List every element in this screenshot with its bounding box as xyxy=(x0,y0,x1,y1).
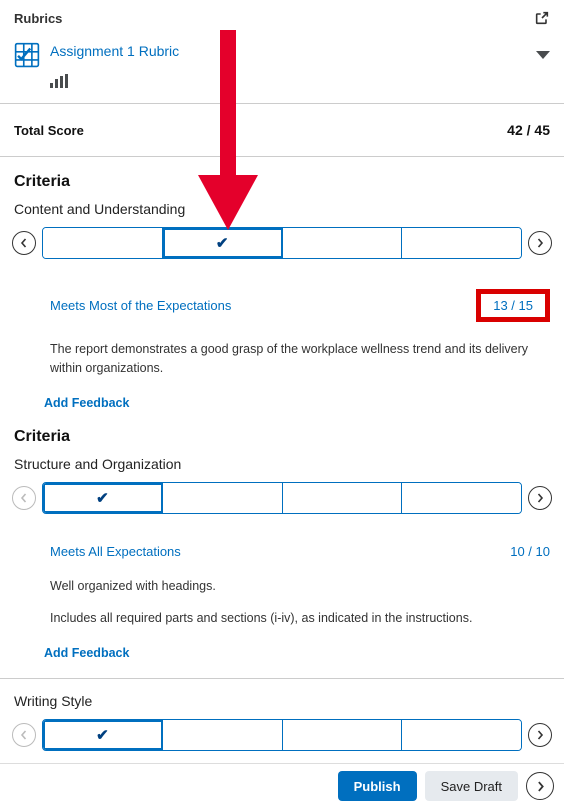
stats-icon[interactable] xyxy=(50,74,550,91)
selected-level-label: Meets Most of the Expectations xyxy=(50,298,231,313)
level-cell[interactable] xyxy=(283,483,403,513)
add-feedback-link[interactable]: Add Feedback xyxy=(44,646,129,660)
criterion-name: Content and Understanding xyxy=(0,201,564,227)
save-draft-button[interactable]: Save Draft xyxy=(425,771,518,801)
level-selector: ✔ xyxy=(42,227,522,259)
level-cell[interactable] xyxy=(43,228,163,258)
check-icon: ✔ xyxy=(216,234,229,252)
level-selector: ✔ xyxy=(42,719,522,751)
next-level-button[interactable] xyxy=(528,723,552,747)
criteria-heading: Criteria xyxy=(0,428,564,456)
total-score-label: Total Score xyxy=(14,123,84,138)
criterion-points-highlight: 13 / 15 xyxy=(476,289,550,322)
next-level-button[interactable] xyxy=(528,486,552,510)
level-cell-selected[interactable]: ✔ xyxy=(43,720,163,750)
level-cell-selected[interactable]: ✔ xyxy=(43,483,163,513)
criterion-points: 13 / 15 xyxy=(493,298,533,313)
level-cell-selected[interactable]: ✔ xyxy=(163,228,283,258)
criterion-description: Well organized with headings. xyxy=(50,577,550,596)
level-cell[interactable] xyxy=(402,483,521,513)
level-cell[interactable] xyxy=(163,720,283,750)
level-cell[interactable] xyxy=(402,720,521,750)
level-cell[interactable] xyxy=(283,720,403,750)
collapse-caret-icon[interactable] xyxy=(536,51,550,59)
level-cell[interactable] xyxy=(402,228,521,258)
level-cell[interactable] xyxy=(283,228,403,258)
criterion-name: Structure and Organization xyxy=(0,456,564,482)
rubric-title-link[interactable]: Assignment 1 Rubric xyxy=(50,42,179,62)
next-level-button[interactable] xyxy=(528,231,552,255)
add-feedback-link[interactable]: Add Feedback xyxy=(44,396,129,410)
criterion-description: The report demonstrates a good grasp of … xyxy=(50,340,550,378)
criterion-points: 10 / 10 xyxy=(510,544,550,559)
rubric-icon xyxy=(14,42,40,68)
total-score-value: 42 / 45 xyxy=(507,122,550,138)
publish-button[interactable]: Publish xyxy=(338,771,417,801)
criterion-name: Writing Style xyxy=(0,679,564,719)
criteria-heading: Criteria xyxy=(0,157,564,201)
criterion-description: Includes all required parts and sections… xyxy=(50,609,550,628)
level-cell[interactable] xyxy=(163,483,283,513)
prev-level-button[interactable] xyxy=(12,231,36,255)
page-title: Rubrics xyxy=(14,11,62,26)
popout-icon[interactable] xyxy=(534,10,550,26)
prev-level-button xyxy=(12,723,36,747)
check-icon: ✔ xyxy=(96,726,109,744)
check-icon: ✔ xyxy=(96,489,109,507)
prev-level-button xyxy=(12,486,36,510)
selected-level-label: Meets All Expectations xyxy=(50,544,181,559)
next-student-button[interactable] xyxy=(526,772,554,800)
level-selector: ✔ xyxy=(42,482,522,514)
